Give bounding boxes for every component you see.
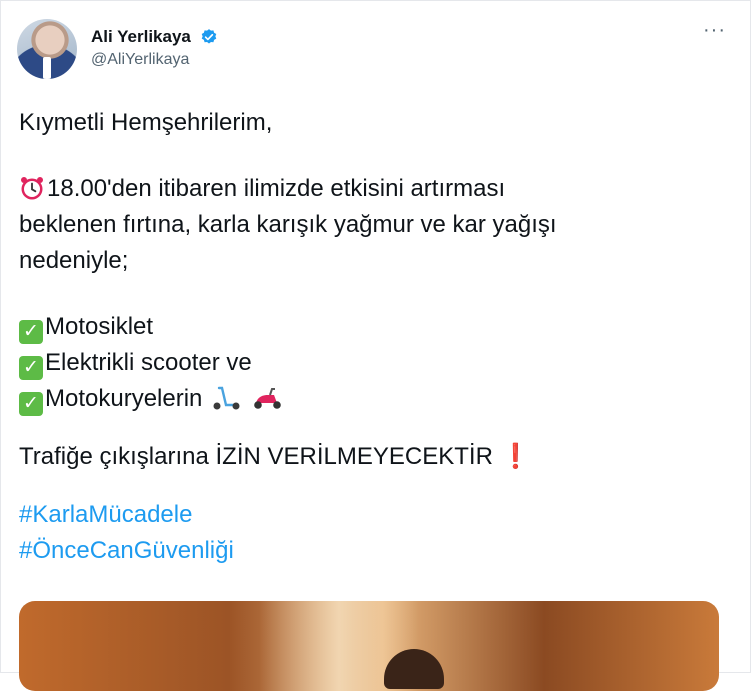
motor-scooter-emoji	[253, 388, 281, 409]
tweet-media-image[interactable]	[19, 601, 719, 691]
hashtag-link[interactable]: #KarlaMücadele	[19, 497, 719, 533]
tweet-header: Ali Yerlikaya @AliYerlikaya ···	[17, 17, 732, 87]
list-item-label: Elektrikli scooter ve	[45, 349, 252, 376]
notice-line: Trafiğe çıkışlarına İZİN VERİLMEYECEKTİR…	[19, 439, 719, 475]
list-item-label: Motosiklet	[45, 313, 154, 340]
list-item: ✓ Motosiklet	[19, 309, 719, 345]
check-mark-icon: ✓	[19, 392, 43, 416]
exclamation-mark-emoji: ❗	[500, 443, 531, 470]
check-mark-icon: ✓	[19, 356, 43, 380]
notice-text: Trafiğe çıkışlarına İZİN VERİLMEYECEKTİR	[19, 443, 493, 470]
list-item-label: Motokuryelerin	[45, 385, 203, 412]
list-item: ✓ Elektrikli scooter ve	[19, 345, 719, 381]
paragraph-text-1: 18.00'den itibaren ilimizde etkisini art…	[47, 175, 506, 202]
paragraph-line-3: nedeniyle;	[19, 247, 129, 274]
author-display-name[interactable]: Ali Yerlikaya	[91, 27, 191, 47]
tweet-text: Kıymetli Hemşehrilerim, 18.00'den itibar…	[19, 105, 719, 569]
check-mark-icon: ✓	[19, 320, 43, 344]
paragraph-line-1: 18.00'den itibaren ilimizde etkisini art…	[19, 171, 719, 207]
paragraph-line-2: beklenen fırtına, karla karışık yağmur v…	[19, 211, 557, 238]
verified-badge-icon	[202, 29, 217, 44]
author-names: Ali Yerlikaya @AliYerlikaya	[91, 27, 218, 69]
tweet-card: Ali Yerlikaya @AliYerlikaya ··· Kıymetli…	[0, 0, 751, 691]
author-avatar[interactable]	[17, 19, 77, 79]
greeting: Kıymetli Hemşehrilerim,	[19, 109, 273, 136]
list-item: ✓ Motokuryelerin	[19, 381, 719, 417]
alarm-clock-emoji	[21, 177, 43, 200]
avatar-detail	[43, 57, 51, 79]
kick-scooter-emoji	[213, 386, 240, 410]
hashtag-link[interactable]: #ÖnceCanGüvenliği	[19, 533, 719, 569]
author-handle[interactable]: @AliYerlikaya	[91, 51, 218, 69]
more-options-icon[interactable]: ···	[703, 20, 726, 40]
